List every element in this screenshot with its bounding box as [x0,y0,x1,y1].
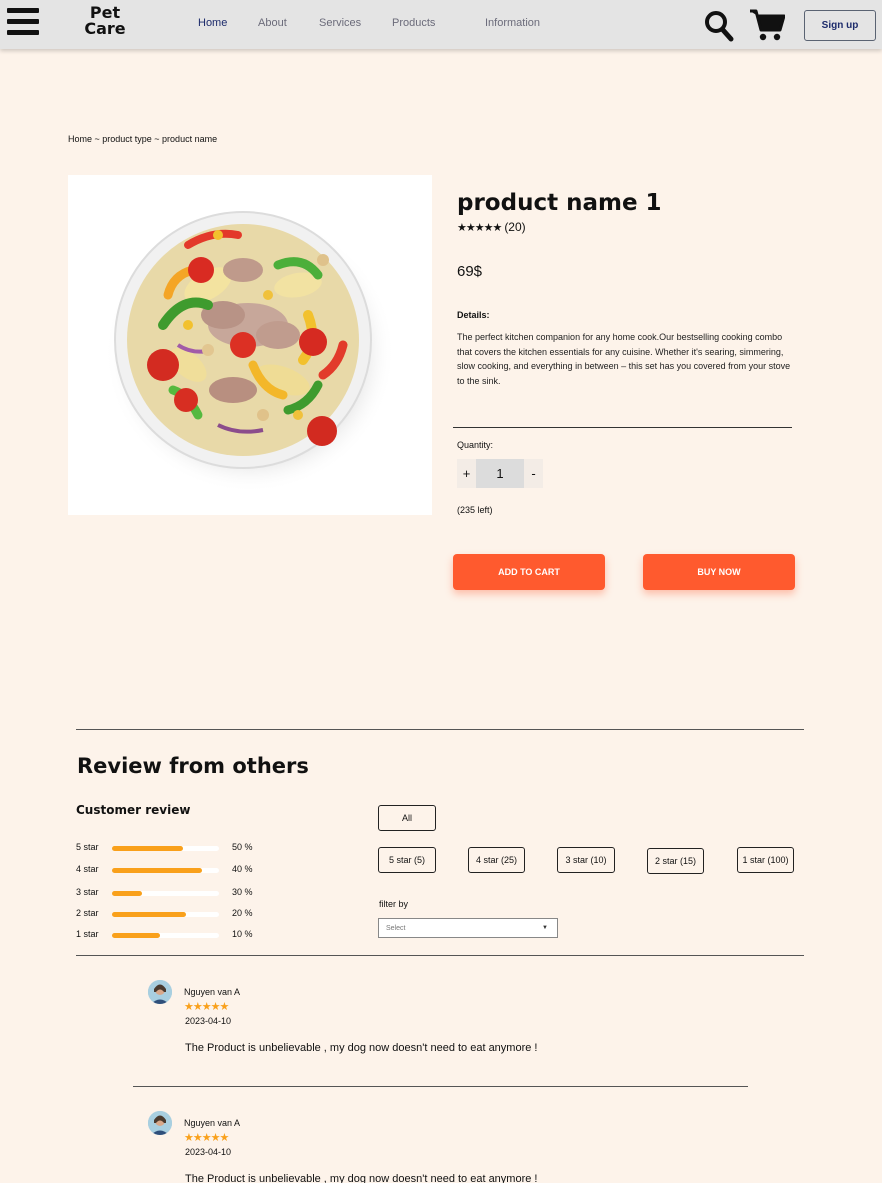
nav-services[interactable]: Services [319,17,361,29]
nav-home[interactable]: Home [198,17,227,29]
details-label: Details: [457,310,490,320]
chevron-down-icon: ▼ [542,925,548,931]
review-text: The Product is unbelievable , my dog now… [185,1173,538,1183]
review-stars-icon: ★★★★★ [184,1132,229,1144]
product-image [68,175,432,515]
rating-bar-label: 4 star [76,864,99,874]
rating-bar-4: 4 star 40 % [76,864,276,878]
rating-bar-1: 1 star 10 % [76,929,276,943]
reviews-title: Review from others [77,754,309,778]
filter-select[interactable]: Select ▼ [378,918,558,938]
rating-bar-fill [112,846,183,851]
filter-by-label: filter by [379,899,409,909]
review-item: Nguyen van A ★★★★★ 2023-04-10 The Produc… [148,1111,748,1183]
divider [76,729,804,730]
filter-3-star-button[interactable]: 3 star (10) [557,847,615,873]
rating-bar-track [112,912,219,917]
rating-bar-5: 5 star 50 % [76,842,276,856]
rating-bar-track [112,868,219,873]
rating-bar-percent: 10 % [232,929,253,939]
rating-bar-percent: 30 % [232,887,253,897]
divider [133,1086,748,1087]
rating-bar-fill [112,912,186,917]
review-date: 2023-04-10 [185,1147,232,1157]
rating-count: (20) [504,220,526,234]
reviewer-name: Nguyen van A [184,1118,241,1128]
stock-count: (235 left) [457,505,493,515]
rating-bar-fill [112,868,202,873]
top-navbar: Pet Care Home About Services Products In… [0,0,882,49]
review-date: 2023-04-10 [185,1016,232,1026]
add-to-cart-button[interactable]: ADD TO CART [453,554,605,590]
select-placeholder: Select [386,924,406,932]
buy-now-button[interactable]: BUY NOW [643,554,795,590]
rating-bar-track [112,891,219,896]
filter-5-star-button[interactable]: 5 star (5) [378,847,436,873]
filter-1-star-button[interactable]: 1 star (100) [737,847,794,873]
rating-stars-icon: ★★★★★ [457,221,502,234]
quantity-decrease-button[interactable]: - [524,459,543,488]
breadcrumb[interactable]: Home ~ product type ~ product name [68,134,217,144]
avatar [148,980,172,1004]
review-item: Nguyen van A ★★★★★ 2023-04-10 The Produc… [148,980,748,1060]
quantity-input[interactable]: 1 [476,459,524,488]
rating-bar-percent: 40 % [232,864,253,874]
signup-button[interactable]: Sign up [804,10,876,41]
review-text: The Product is unbelievable , my dog now… [185,1042,538,1054]
rating-bar-percent: 20 % [232,908,253,918]
filter-2-star-button[interactable]: 2 star (15) [647,848,704,874]
rating-bar-label: 2 star [76,908,99,918]
filter-4-star-button[interactable]: 4 star (25) [468,847,525,873]
hamburger-menu-icon[interactable] [7,8,39,40]
rating-bar-fill [112,933,161,938]
rating-bar-label: 3 star [76,887,99,897]
divider [76,955,804,956]
nav-information[interactable]: Information [485,17,540,29]
avatar [148,1111,172,1135]
nav-products[interactable]: Products [392,17,435,29]
product-title: product name 1 [457,190,662,216]
customer-review-title: Customer review [76,803,191,817]
product-price: 69$ [457,263,483,280]
product-details: The perfect kitchen companion for any ho… [457,332,791,386]
rating-bar-fill [112,891,142,896]
rating-bar-track [112,933,219,938]
rating-bar-label: 5 star [76,842,99,852]
quantity-label: Quantity: [457,440,494,450]
search-icon[interactable] [704,10,734,42]
reviewer-name: Nguyen van A [184,987,241,997]
quantity-increase-button[interactable]: + [457,459,476,488]
review-stars-icon: ★★★★★ [184,1001,229,1013]
rating-bar-2: 2 star 20 % [76,908,276,922]
logo[interactable]: Pet Care [80,5,130,37]
divider [453,427,792,428]
rating-bar-label: 1 star [76,929,99,939]
filter-all-button[interactable]: All [378,805,436,831]
product-rating: ★★★★★ (20) [457,220,526,234]
rating-bar-track [112,846,219,851]
nav-about[interactable]: About [258,17,287,29]
rating-bar-percent: 50 % [232,842,253,852]
rating-bar-3: 3 star 30 % [76,887,276,901]
cart-icon[interactable] [749,8,785,42]
